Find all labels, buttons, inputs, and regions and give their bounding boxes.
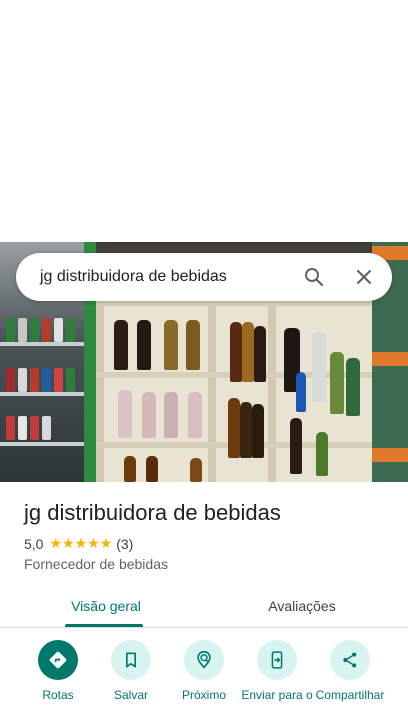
review-count: (3)	[116, 535, 134, 552]
place-title: jg distribuidora de bebidas	[24, 500, 281, 525]
search-icon[interactable]	[302, 265, 326, 289]
tab-overview[interactable]: Visão geral	[48, 584, 164, 627]
nearby-icon	[184, 640, 224, 680]
directions-icon	[38, 640, 78, 680]
save-button[interactable]: Salvar	[94, 640, 168, 702]
map-blank-area	[0, 0, 408, 242]
directions-label: Rotas	[42, 688, 74, 702]
send-to-phone-icon	[257, 640, 297, 680]
share-label: Compartilhar	[315, 688, 385, 702]
nearby-button[interactable]: Próximo	[167, 640, 241, 702]
place-category: Fornecedor de bebidas	[24, 556, 168, 572]
send-to-phone-button[interactable]: Enviar para o	[240, 640, 314, 702]
tab-selected-indicator	[65, 624, 143, 627]
save-label: Salvar	[113, 688, 148, 702]
tab-bar: Visão geral Avaliações	[0, 584, 408, 628]
share-icon	[330, 640, 370, 680]
tab-reviews[interactable]: Avaliações	[244, 584, 360, 627]
directions-button[interactable]: Rotas	[21, 640, 95, 702]
bookmark-icon	[111, 640, 151, 680]
rating-row[interactable]: 5,0 ★★★★★ (3)	[24, 535, 133, 552]
star-rating-icon: ★★★★★	[49, 535, 113, 551]
close-icon[interactable]	[352, 265, 376, 289]
share-button[interactable]: Compartilhar	[313, 640, 387, 702]
search-query[interactable]: jg distribuidora de bebidas	[40, 268, 227, 286]
rating-value: 5,0	[24, 535, 44, 552]
search-bar[interactable]: jg distribuidora de bebidas	[16, 253, 392, 301]
send-to-phone-label: Enviar para o	[241, 688, 313, 702]
nearby-label: Próximo	[181, 688, 226, 702]
action-bar: Rotas Salvar Próximo Enviar para o Compa…	[0, 628, 408, 724]
